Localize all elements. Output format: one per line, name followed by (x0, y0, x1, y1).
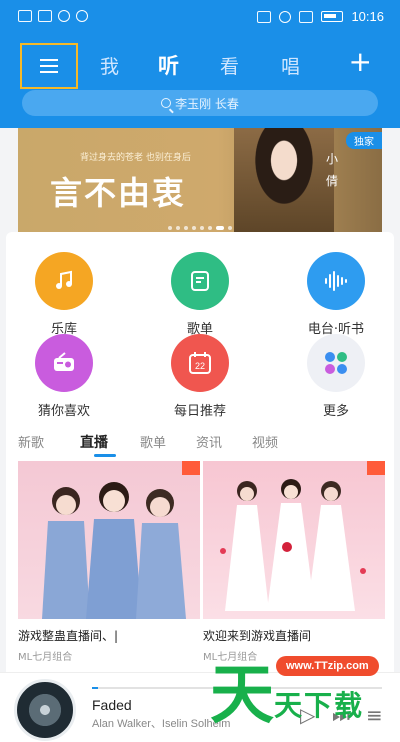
subtab-news[interactable]: 资讯 (196, 432, 222, 451)
battery-icon (321, 11, 344, 22)
shortcut-playlists[interactable]: 歌单 (155, 252, 245, 337)
watermark-logo: 天 (210, 659, 274, 733)
vibrate-icon (299, 10, 314, 23)
sound-wave-icon (307, 252, 365, 310)
banner-artist: 小倩 (326, 152, 339, 188)
shortcut-guess-you-like[interactable]: 猜你喜欢 (19, 334, 109, 419)
shortcut-label: 更多 (322, 404, 349, 419)
music-note-icon (35, 252, 93, 310)
app-root: 10:16 我 听 看 唱 + 李玉刚 长春 背过身去的苍老 也别在身后 言不由… (0, 0, 400, 742)
signal-icon (18, 10, 32, 22)
search-icon (161, 98, 172, 108)
banner-portrait (234, 128, 334, 236)
banner-small-text: 背过身去的苍老 也别在身后 (80, 153, 191, 163)
song-title: Faded (92, 697, 132, 713)
top-nav: 我 听 看 唱 + (0, 40, 400, 90)
playlist-icon (171, 252, 229, 310)
live-card-thumbnail (18, 461, 200, 619)
status-bar: 10:16 (0, 0, 400, 34)
calendar-icon: 22 (171, 334, 229, 392)
banner-title: 言不由衷 (50, 174, 187, 212)
header: 10:16 我 听 看 唱 + 李玉刚 长春 (0, 0, 400, 128)
subtab-new-songs[interactable]: 新歌 (18, 432, 44, 451)
tab-me[interactable]: 我 (100, 52, 119, 79)
menu-button[interactable] (20, 43, 78, 89)
shortcut-more[interactable]: 更多 (291, 334, 381, 419)
live-card-title: 游戏整蛊直播间、| (18, 629, 119, 643)
subtab-playlists[interactable]: 歌单 (140, 432, 166, 451)
status-time: 10:16 (351, 9, 384, 24)
shortcut-label: 猜你喜欢 (37, 404, 90, 419)
shortcut-label: 每日推荐 (173, 404, 226, 419)
exclusive-badge: 独家 (346, 132, 382, 149)
shortcut-music-library[interactable]: 乐库 (19, 252, 109, 337)
live-tag (182, 461, 200, 475)
progress-fill (92, 687, 98, 689)
subtab-live[interactable]: 直播 (80, 432, 108, 452)
shortcut-daily-picks[interactable]: 22 每日推荐 (155, 334, 245, 419)
watermark-text: 天下载 (274, 689, 365, 722)
calendar-day: 22 (195, 361, 205, 371)
more-apps-icon (307, 334, 365, 392)
banner[interactable]: 背过身去的苍老 也别在身后 言不由衷 小倩 独家 (18, 128, 382, 236)
tab-sing[interactable]: 唱 (281, 52, 300, 79)
live-card-subtitle: ML七月组合 (18, 652, 73, 663)
subtab-indicator (94, 454, 116, 457)
notification-icon (58, 10, 70, 22)
radio-icon (35, 334, 93, 392)
add-icon[interactable]: + (349, 48, 372, 76)
live-card-thumbnail (203, 461, 385, 619)
album-cover[interactable] (14, 679, 76, 741)
banner-pager (168, 226, 232, 230)
live-tag (367, 461, 385, 475)
nfc-icon (257, 10, 272, 23)
tab-watch[interactable]: 看 (220, 52, 239, 79)
watermark-url: www.TTzip.com (276, 656, 379, 676)
shortcut-radio-books[interactable]: 电台·听书 (291, 252, 381, 337)
search-bar[interactable]: 李玉刚 长春 (22, 90, 378, 116)
search-placeholder: 李玉刚 长春 (175, 96, 239, 111)
watermark: 天 www.TTzip.com 天下载 (210, 640, 395, 740)
live-card-1[interactable]: 游戏整蛊直播间、| ML七月组合 (18, 461, 200, 663)
hamburger-icon (40, 59, 58, 73)
sub-tabs: 新歌 直播 歌单 资讯 视频 (18, 432, 378, 457)
wifi-icon (38, 10, 52, 22)
subtab-videos[interactable]: 视频 (252, 432, 278, 451)
notification-icon-2 (76, 10, 88, 22)
live-card-2[interactable]: 欢迎来到游戏直播间 ML七月组合 (203, 461, 385, 663)
alarm-icon (279, 10, 292, 23)
tab-listen[interactable]: 听 (158, 50, 179, 80)
